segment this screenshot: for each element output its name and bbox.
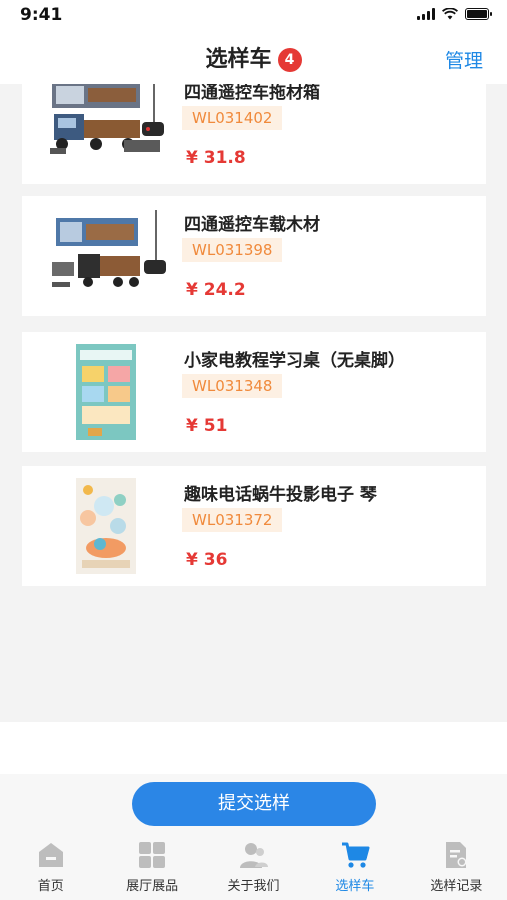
wifi-icon	[442, 8, 458, 20]
cart-item[interactable]: 小家电教程学习桌（无桌脚） WL031348 ¥ 51	[22, 332, 486, 452]
nav-bar: 选样车 4 管理	[0, 32, 507, 84]
tab-about[interactable]: 关于我们	[203, 834, 304, 900]
list-footer-space	[0, 722, 507, 774]
item-sku: WL031402	[182, 106, 283, 130]
rc-truck-log-trailer-image	[50, 84, 164, 154]
item-price: ¥ 36	[186, 550, 228, 570]
submit-selection-button[interactable]: 提交选样	[132, 782, 376, 826]
item-sku: WL031348	[182, 374, 283, 398]
cart-icon	[341, 842, 370, 868]
item-price: ¥ 31.8	[186, 148, 246, 168]
item-price: ¥ 51	[186, 416, 228, 436]
page-title: 选样车 4	[0, 41, 507, 73]
cart-count-badge: 4	[277, 48, 302, 72]
learning-desk-box-image	[76, 344, 136, 440]
snail-phone-piano-image	[76, 478, 136, 574]
manage-button[interactable]: 管理	[445, 46, 483, 73]
signal-icon	[417, 8, 435, 20]
home-icon	[38, 843, 63, 867]
item-sku: WL031398	[182, 238, 283, 262]
item-title: 四通遥控车载木材	[184, 215, 320, 235]
status-icons	[417, 8, 492, 20]
item-title: 四通遥控车拖材箱	[184, 84, 320, 103]
tab-label: 关于我们	[227, 879, 280, 894]
tab-label: 展厅展品	[126, 879, 179, 894]
cart-item[interactable]: 四通遥控车载木材 WL031398 ¥ 24.2	[22, 196, 486, 316]
tab-home[interactable]: 首页	[0, 834, 101, 900]
record-icon	[446, 842, 467, 868]
rc-truck-timber-image	[52, 210, 166, 287]
tab-label: 选样车	[335, 879, 375, 894]
battery-icon	[465, 8, 492, 20]
tab-bar: 首页 展厅展品 关于我们 选样车 选样记录	[0, 834, 507, 900]
grid-icon	[139, 842, 166, 868]
item-sku: WL031372	[182, 508, 283, 532]
tab-sample-cart[interactable]: 选样车	[304, 834, 405, 900]
item-title: 趣味电话蜗牛投影电子 琴	[184, 485, 377, 505]
tab-exhibits[interactable]: 展厅展品	[101, 834, 202, 900]
item-price: ¥ 24.2	[186, 280, 246, 300]
cart-item[interactable]: 趣味电话蜗牛投影电子 琴 WL031372 ¥ 36	[22, 466, 486, 586]
people-icon	[239, 843, 268, 868]
tab-sample-records[interactable]: 选样记录	[406, 834, 507, 900]
submit-bar: 提交选样	[0, 774, 507, 834]
tab-label: 首页	[37, 879, 64, 894]
sample-cart-list[interactable]: 四通遥控车拖材箱 WL031402 ¥ 31.8 四通遥控车载木材 WL0313…	[0, 84, 507, 722]
cart-item[interactable]: 四通遥控车拖材箱 WL031402 ¥ 31.8	[22, 84, 486, 184]
item-title: 小家电教程学习桌（无桌脚）	[184, 351, 405, 371]
tab-label: 选样记录	[430, 879, 483, 894]
page-title-text: 选样车	[205, 47, 272, 72]
status-bar: 9:41	[0, 0, 507, 32]
status-time: 9:41	[20, 5, 63, 25]
